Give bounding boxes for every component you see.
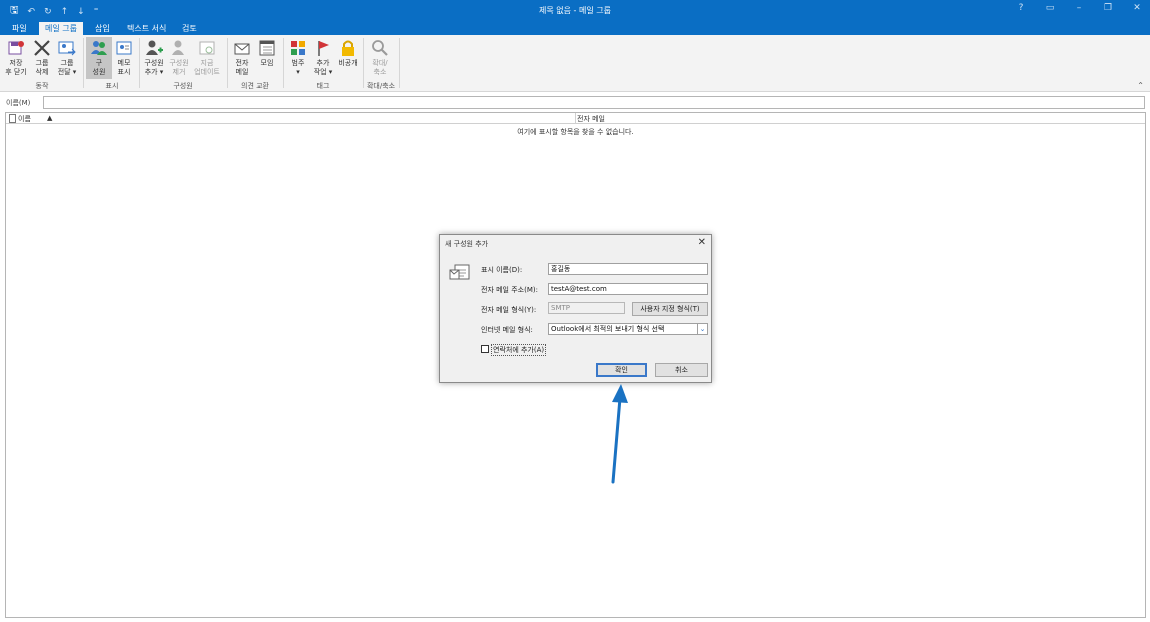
add-member-dialog: 새 구성원 추가 ✕ 표시 이름(D): 홍길동 전자 메일 주소(M): te… — [439, 234, 712, 383]
ribbon-tabs: 파일 메일 그룹 삽입 텍스트 서식 검토 — [0, 20, 1150, 35]
title-bar: 🖫 ↶ ↻ ↑ ↓ ⁼ 제목 없음 - 메일 그룹 ? ▭ – ❐ ✕ — [0, 0, 1150, 20]
delete-group-button[interactable]: 그룹 삭제 — [29, 39, 55, 77]
group-label-tags: 태그 — [316, 82, 330, 90]
ribbon-separator — [283, 38, 284, 88]
tab-contact-group[interactable]: 메일 그룹 — [39, 22, 83, 35]
internet-format-select[interactable]: Outlook에서 최적의 보내기 형식 선택 ⌄ — [548, 323, 708, 335]
flag-icon — [318, 41, 329, 56]
chevron-down-icon[interactable]: ⌄ — [697, 324, 707, 334]
members-icon — [91, 41, 107, 55]
meeting-button[interactable]: 모임 — [254, 39, 280, 68]
tab-format-text[interactable]: 텍스트 서식 — [121, 22, 172, 35]
list-header: 이름 ▲ 전자 메일 — [6, 113, 1145, 124]
minimize-icon[interactable]: – — [1074, 3, 1084, 13]
email-address-label: 전자 메일 주소(M): — [481, 286, 538, 294]
tab-review[interactable]: 검토 — [176, 22, 203, 35]
restore-icon[interactable]: ❐ — [1103, 3, 1113, 13]
ribbon-separator — [83, 38, 84, 88]
close-icon[interactable]: ✕ — [1132, 3, 1142, 13]
internet-format-label: 인터넷 메일 형식: — [481, 326, 533, 334]
group-label-members: 구성원 — [173, 82, 193, 90]
ribbon-separator — [139, 38, 140, 88]
remove-members-button[interactable]: 구성원 제거 — [166, 39, 192, 77]
column-header-name[interactable]: 이름 — [18, 114, 31, 124]
window-controls: ? ▭ – ❐ ✕ — [1016, 3, 1142, 13]
dialog-close-icon[interactable]: ✕ — [698, 237, 706, 248]
empty-list-message: 여기에 표시할 항목을 찾을 수 없습니다. — [517, 128, 634, 136]
remove-member-icon — [172, 40, 184, 55]
follow-up-button[interactable]: 추가 작업 ▾ — [310, 39, 336, 77]
categorize-icon — [291, 41, 305, 55]
tab-file[interactable]: 파일 — [6, 22, 33, 35]
group-name-label: 이름(M) — [6, 99, 31, 107]
contact-card-icon — [449, 264, 470, 280]
ribbon-display-icon[interactable]: ▭ — [1045, 3, 1055, 13]
zoom-button[interactable]: 확대/ 축소 — [367, 39, 393, 77]
meeting-icon — [259, 40, 275, 56]
forward-group-icon — [58, 41, 76, 56]
help-icon[interactable]: ? — [1016, 3, 1026, 13]
display-name-label: 표시 이름(D): — [481, 266, 523, 274]
email-icon — [234, 43, 250, 55]
window-title: 제목 없음 - 메일 그룹 — [539, 6, 611, 15]
collapse-ribbon-icon[interactable]: ⌃ — [1137, 81, 1144, 90]
custom-type-button[interactable]: 사용자 지정 형식(T) — [632, 302, 708, 316]
notes-icon — [116, 41, 132, 55]
group-name-input[interactable] — [43, 96, 1145, 109]
ribbon: 저장 후 닫기 그룹 삭제 그룹 전달 ▾ 동작 구 성원 메모 표시 표시 구… — [0, 35, 1150, 92]
zoom-magnifier-icon — [372, 40, 388, 56]
update-icon — [199, 41, 215, 55]
internet-format-value: Outlook에서 최적의 보내기 형식 선택 — [551, 325, 665, 333]
email-type-input: SMTP — [548, 302, 625, 314]
add-to-contacts-checkbox[interactable] — [481, 345, 489, 353]
add-members-button[interactable]: 구성원 추가 ▾ — [141, 39, 167, 77]
save-close-icon — [8, 41, 24, 55]
column-header-email[interactable]: 전자 메일 — [577, 114, 605, 124]
group-label-actions: 동작 — [35, 82, 49, 90]
private-button[interactable]: 비공개 — [335, 39, 361, 68]
notes-view-button[interactable]: 메모 표시 — [111, 39, 137, 77]
email-address-input[interactable]: testA@test.com — [548, 283, 708, 295]
members-view-button[interactable]: 구 성원 — [86, 37, 112, 79]
add-to-contacts-label[interactable]: 연락처에 추가(A) — [491, 344, 547, 356]
update-now-button[interactable]: 지금 업데이트 — [194, 39, 220, 77]
tab-insert[interactable]: 삽입 — [89, 22, 116, 35]
group-label-show: 표시 — [105, 82, 119, 90]
cancel-button[interactable]: 취소 — [655, 363, 708, 377]
item-type-icon — [9, 114, 16, 123]
display-name-input[interactable]: 홍길동 — [548, 263, 708, 275]
column-divider[interactable] — [575, 113, 576, 124]
sort-ascending-icon: ▲ — [47, 114, 53, 122]
email-button[interactable]: 전자 메일 — [229, 39, 255, 77]
ribbon-separator — [227, 38, 228, 88]
group-label-zoom: 확대/축소 — [366, 82, 396, 90]
delete-x-icon — [34, 40, 50, 56]
group-label-communicate: 의견 교환 — [241, 82, 269, 90]
add-member-icon — [146, 40, 163, 55]
email-type-label: 전자 메일 형식(Y): — [481, 306, 537, 314]
ribbon-separator — [399, 38, 400, 88]
forward-group-button[interactable]: 그룹 전달 ▾ — [54, 39, 80, 77]
annotation-arrow-icon — [611, 384, 628, 484]
ok-button[interactable]: 확인 — [596, 363, 647, 377]
save-and-close-button[interactable]: 저장 후 닫기 — [3, 39, 29, 77]
dialog-title: 새 구성원 추가 — [445, 240, 489, 248]
categorize-button[interactable]: 범주 ▾ — [285, 39, 311, 77]
lock-icon — [342, 40, 354, 56]
